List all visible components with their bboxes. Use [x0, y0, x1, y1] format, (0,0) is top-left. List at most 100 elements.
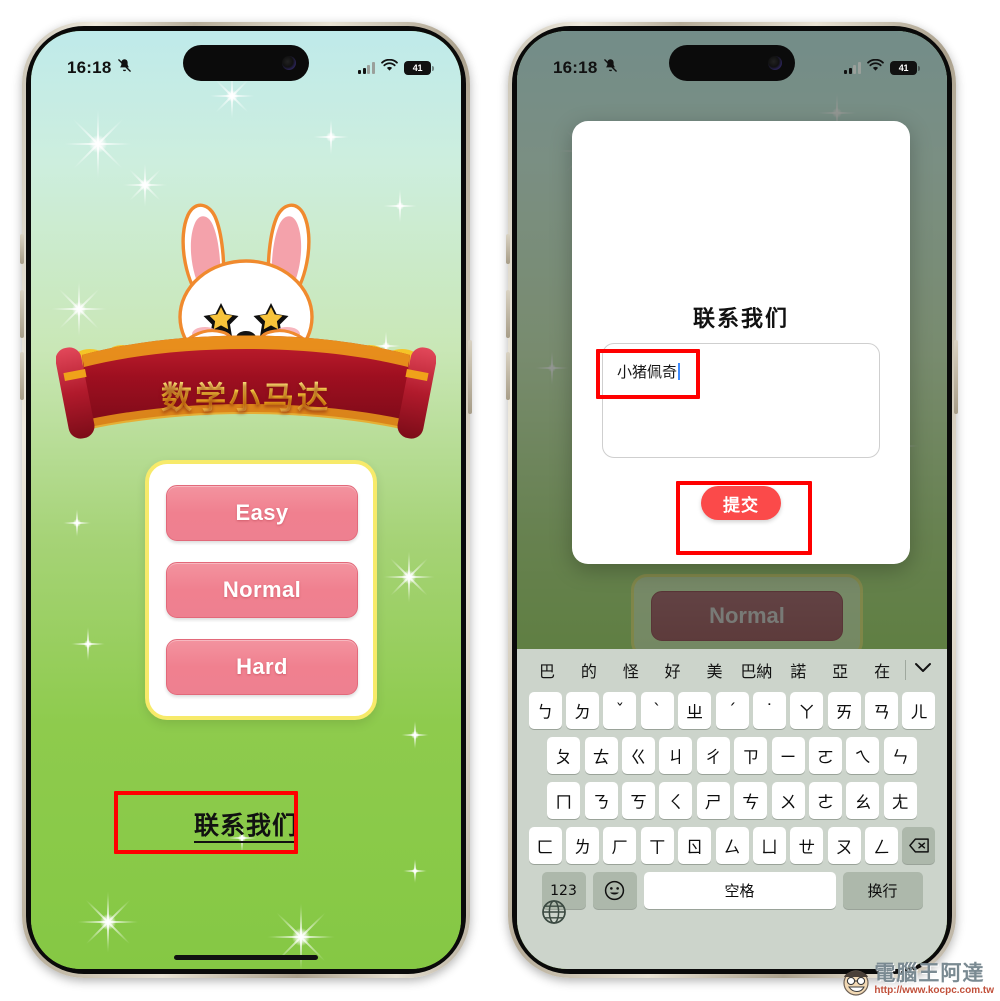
key-bopomofo[interactable]: ㄈ	[528, 827, 562, 864]
key-bopomofo[interactable]: ㄜ	[808, 782, 842, 819]
status-bar-left: 16:18	[67, 58, 132, 78]
keyboard-rows: ㄅ ㄉ ˇ ˋ ㄓ ˊ ˙ ㄚ ㄞ ㄢ ㄦ ㄆ ㄊ ㄍ ㄐ ㄔ ㄗ ㄧ ㄛ ㄟ …	[517, 691, 947, 909]
title-banner: 数学小马达	[31, 331, 461, 461]
volume-down-button[interactable]	[506, 352, 510, 400]
dynamic-island	[669, 45, 795, 81]
front-camera-icon	[282, 56, 296, 70]
status-time: 16:18	[553, 58, 598, 77]
key-bopomofo[interactable]: ㄊ	[584, 737, 618, 774]
key-bopomofo[interactable]: ㄦ	[902, 692, 936, 729]
home-indicator	[174, 955, 318, 960]
power-button[interactable]	[954, 340, 958, 414]
key-bopomofo[interactable]: ˋ	[640, 692, 674, 729]
screenshot-stage: 16:18 41 数学小马达 Easy Normal Hard 联系我们 16:…	[0, 0, 1000, 1000]
key-bopomofo[interactable]: ˙	[752, 692, 786, 729]
key-bopomofo[interactable]: ㄖ	[678, 827, 712, 864]
difficulty-button-easy[interactable]: Easy	[166, 485, 358, 541]
suggestion-7[interactable]: 亞	[819, 658, 861, 682]
key-bopomofo[interactable]: ㄎ	[622, 782, 656, 819]
key-bopomofo[interactable]: ㄑ	[659, 782, 693, 819]
key-bopomofo[interactable]: ㄩ	[752, 827, 786, 864]
key-bopomofo[interactable]: ㄏ	[603, 827, 637, 864]
key-bopomofo[interactable]: ㄡ	[827, 827, 861, 864]
chevron-down-icon[interactable]	[908, 661, 938, 679]
phone-left: 16:18 41 数学小马达 Easy Normal Hard 联系我们	[20, 22, 472, 978]
key-bopomofo[interactable]: ㄚ	[790, 692, 824, 729]
suggestion-3[interactable]: 好	[652, 658, 694, 682]
suggestion-5[interactable]: 巴納	[735, 658, 777, 682]
key-bopomofo[interactable]: ㄔ	[696, 737, 730, 774]
key-bopomofo[interactable]: ㄗ	[734, 737, 768, 774]
key-bopomofo[interactable]: ㄕ	[696, 782, 730, 819]
key-bopomofo[interactable]: ㄒ	[640, 827, 674, 864]
key-bopomofo[interactable]: ㄤ	[883, 782, 917, 819]
sparkle	[403, 859, 427, 883]
suggestion-divider	[905, 660, 907, 680]
battery-level: 41	[412, 63, 423, 73]
key-bopomofo[interactable]: ㄐ	[659, 737, 693, 774]
front-camera-icon	[768, 56, 782, 70]
battery-icon: 41	[890, 61, 921, 75]
key-bopomofo[interactable]: ˊ	[715, 692, 749, 729]
battery-icon: 41	[404, 61, 435, 75]
status-bar-left: 16:18	[553, 58, 618, 78]
key-bopomofo[interactable]: ㄇ	[547, 782, 581, 819]
keyboard-row-1: ㄅ ㄉ ˇ ˋ ㄓ ˊ ˙ ㄚ ㄞ ㄢ ㄦ	[520, 692, 944, 729]
space-key[interactable]: 空格	[643, 872, 836, 909]
key-bopomofo[interactable]: ㄓ	[678, 692, 712, 729]
onscreen-keyboard: 巴 的 怪 好 美 巴納 諾 亞 在 ㄅ ㄉ ˇ ˋ ㄓ ˊ ˙ ㄚ ㄞ ㄢ ㄦ…	[517, 649, 947, 969]
power-button[interactable]	[468, 340, 472, 414]
key-bopomofo[interactable]: ㄝ	[790, 827, 824, 864]
key-bopomofo[interactable]: ˇ	[603, 692, 637, 729]
key-bopomofo[interactable]: ㄥ	[865, 827, 899, 864]
volume-down-button[interactable]	[20, 352, 24, 400]
key-bopomofo[interactable]: ㄋ	[584, 782, 618, 819]
status-bar-right: 41	[357, 58, 435, 77]
difficulty-button-hard[interactable]: Hard	[166, 639, 358, 695]
contact-message-value: 小猪佩奇	[617, 363, 678, 381]
cellular-bars-icon	[843, 62, 861, 74]
key-bopomofo[interactable]: ㄆ	[547, 737, 581, 774]
key-bopomofo[interactable]: ㄟ	[846, 737, 880, 774]
phone-left-screen: 16:18 41 数学小马达 Easy Normal Hard 联系我们	[31, 31, 461, 969]
return-key[interactable]: 换行	[842, 872, 923, 909]
emoji-icon[interactable]	[592, 872, 637, 909]
key-bopomofo[interactable]: ㄘ	[734, 782, 768, 819]
mute-switch[interactable]	[20, 234, 24, 264]
key-bopomofo[interactable]: ㄧ	[771, 737, 805, 774]
key-bopomofo[interactable]: ㄌ	[565, 827, 599, 864]
difficulty-card: Easy Normal Hard	[145, 460, 377, 720]
suggestion-0[interactable]: 巴	[526, 658, 568, 682]
key-bopomofo[interactable]: ㄍ	[622, 737, 656, 774]
sparkle	[63, 109, 133, 179]
key-bopomofo[interactable]: ㄞ	[827, 692, 861, 729]
suggestion-8[interactable]: 在	[861, 658, 903, 682]
key-bopomofo[interactable]: ㄙ	[715, 827, 749, 864]
contact-us-link[interactable]: 联系我们	[31, 806, 461, 843]
keyboard-row-2: ㄆ ㄊ ㄍ ㄐ ㄔ ㄗ ㄧ ㄛ ㄟ ㄣ	[520, 737, 944, 774]
keyboard-row-4: ㄈ ㄌ ㄏ ㄒ ㄖ ㄙ ㄩ ㄝ ㄡ ㄥ	[520, 827, 944, 864]
key-bopomofo[interactable]: ㄉ	[565, 692, 599, 729]
suggestion-4[interactable]: 美	[694, 658, 736, 682]
volume-up-button[interactable]	[20, 290, 24, 338]
key-bopomofo[interactable]: ㄣ	[883, 737, 917, 774]
submit-button[interactable]: 提交	[701, 486, 781, 520]
mute-switch[interactable]	[506, 234, 510, 264]
globe-icon[interactable]	[541, 899, 567, 925]
sparkle	[401, 721, 429, 749]
key-bopomofo[interactable]: ㄢ	[865, 692, 899, 729]
key-bopomofo[interactable]: ㄛ	[808, 737, 842, 774]
suggestion-6[interactable]: 諾	[777, 658, 819, 682]
suggestion-1[interactable]: 的	[568, 658, 610, 682]
suggestion-2[interactable]: 怪	[610, 658, 652, 682]
keyboard-row-3: ㄇ ㄋ ㄎ ㄑ ㄕ ㄘ ㄨ ㄜ ㄠ ㄤ	[520, 782, 944, 819]
backspace-icon[interactable]	[902, 827, 936, 864]
contact-us-label[interactable]: 联系我们	[193, 811, 298, 843]
difficulty-button-normal[interactable]: Normal	[166, 562, 358, 618]
key-bopomofo[interactable]: ㄠ	[846, 782, 880, 819]
key-bopomofo[interactable]: ㄨ	[771, 782, 805, 819]
volume-up-button[interactable]	[506, 290, 510, 338]
key-bopomofo[interactable]: ㄅ	[528, 692, 562, 729]
contact-message-input[interactable]: 小猪佩奇	[602, 343, 880, 458]
dialog-title: 联系我们	[692, 307, 789, 332]
